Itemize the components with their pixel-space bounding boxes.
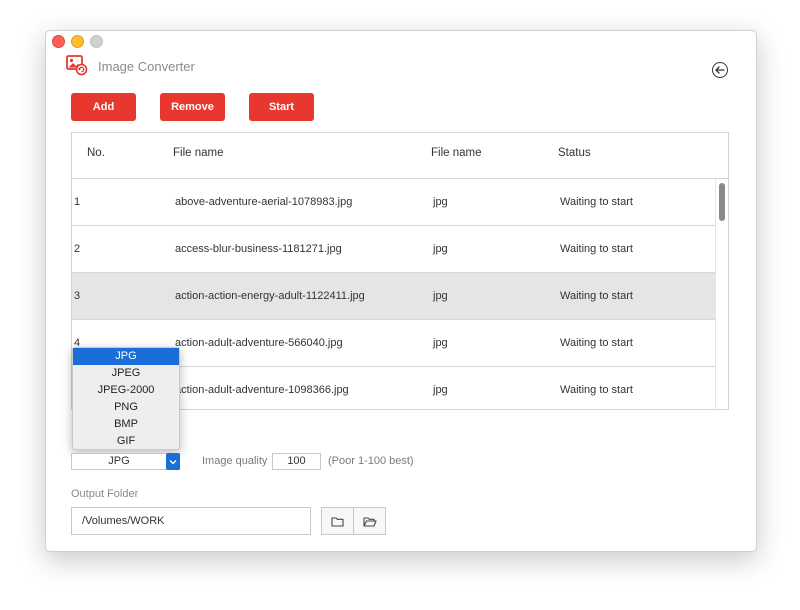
table-header: No. File name File name Status	[72, 133, 728, 179]
row-file-name: action-action-energy-adult-1122411.jpg	[175, 290, 365, 302]
add-button[interactable]: Add	[71, 93, 136, 121]
format-option-bmp[interactable]: BMP	[73, 416, 179, 433]
folder-icon	[331, 516, 344, 527]
folder-button-group	[321, 507, 386, 535]
row-number: 1	[74, 196, 81, 208]
table-row[interactable]: 2 access-blur-business-1181271.jpg jpg W…	[72, 226, 718, 273]
folder-open-icon	[362, 516, 377, 527]
format-select-value: JPG	[108, 455, 130, 467]
header-status[interactable]: Status	[558, 147, 591, 159]
output-folder-input[interactable]: /Volumes/WORK	[71, 507, 311, 535]
app-title: Image Converter	[98, 59, 195, 74]
header-no[interactable]: No.	[87, 147, 105, 159]
row-status: Waiting to start	[560, 384, 633, 396]
close-window-button[interactable]	[52, 35, 65, 48]
row-file-name: action-adult-adventure-1098366.jpg	[175, 384, 349, 396]
row-number: 2	[74, 243, 81, 255]
format-option-gif[interactable]: GIF	[73, 433, 179, 450]
row-status: Waiting to start	[560, 290, 633, 302]
image-quality-label: Image quality	[202, 455, 268, 467]
row-file-name: above-adventure-aerial-1078983.jpg	[175, 196, 353, 208]
image-icon	[66, 54, 88, 76]
app-window: Image Converter Add Remove Start No. Fil…	[45, 30, 757, 552]
minimize-window-button[interactable]	[71, 35, 84, 48]
header-format[interactable]: File name	[431, 147, 482, 159]
row-status: Waiting to start	[560, 243, 633, 255]
remove-button[interactable]: Remove	[160, 93, 225, 121]
format-option-jpeg-2000[interactable]: JPEG-2000	[73, 382, 179, 399]
row-number: 3	[74, 290, 81, 302]
table-row-selected[interactable]: 3 action-action-energy-adult-1122411.jpg…	[72, 273, 718, 320]
row-format: jpg	[433, 196, 448, 208]
format-select[interactable]: JPG	[71, 453, 180, 470]
open-folder-button[interactable]	[353, 508, 385, 534]
format-option-jpg[interactable]: JPG	[73, 348, 179, 365]
table-row[interactable]: 1 above-adventure-aerial-1078983.jpg jpg…	[72, 179, 718, 226]
row-format: jpg	[433, 290, 448, 302]
row-format: jpg	[433, 384, 448, 396]
start-button[interactable]: Start	[249, 93, 314, 121]
header-file-name[interactable]: File name	[173, 147, 224, 159]
window-controls	[52, 35, 103, 48]
zoom-window-button[interactable]	[90, 35, 103, 48]
scroll-thumb[interactable]	[719, 183, 725, 221]
row-file-name: access-blur-business-1181271.jpg	[175, 243, 342, 255]
format-option-jpeg[interactable]: JPEG	[73, 365, 179, 382]
image-quality-hint: (Poor 1-100 best)	[328, 455, 414, 467]
image-quality-input[interactable]: 100	[272, 453, 321, 470]
chevron-down-icon[interactable]	[166, 453, 180, 470]
browse-folder-button[interactable]	[322, 508, 353, 534]
row-status: Waiting to start	[560, 337, 633, 349]
row-format: jpg	[433, 243, 448, 255]
format-option-png[interactable]: PNG	[73, 399, 179, 416]
back-arrow-icon	[715, 66, 725, 74]
format-dropdown-menu: JPG JPEG JPEG-2000 PNG BMP GIF	[72, 347, 180, 450]
table-scrollbar[interactable]	[715, 179, 728, 409]
row-format: jpg	[433, 337, 448, 349]
back-button[interactable]	[712, 62, 728, 78]
output-folder-label: Output Folder	[71, 488, 139, 500]
row-status: Waiting to start	[560, 196, 633, 208]
row-file-name: action-adult-adventure-566040.jpg	[175, 337, 343, 349]
